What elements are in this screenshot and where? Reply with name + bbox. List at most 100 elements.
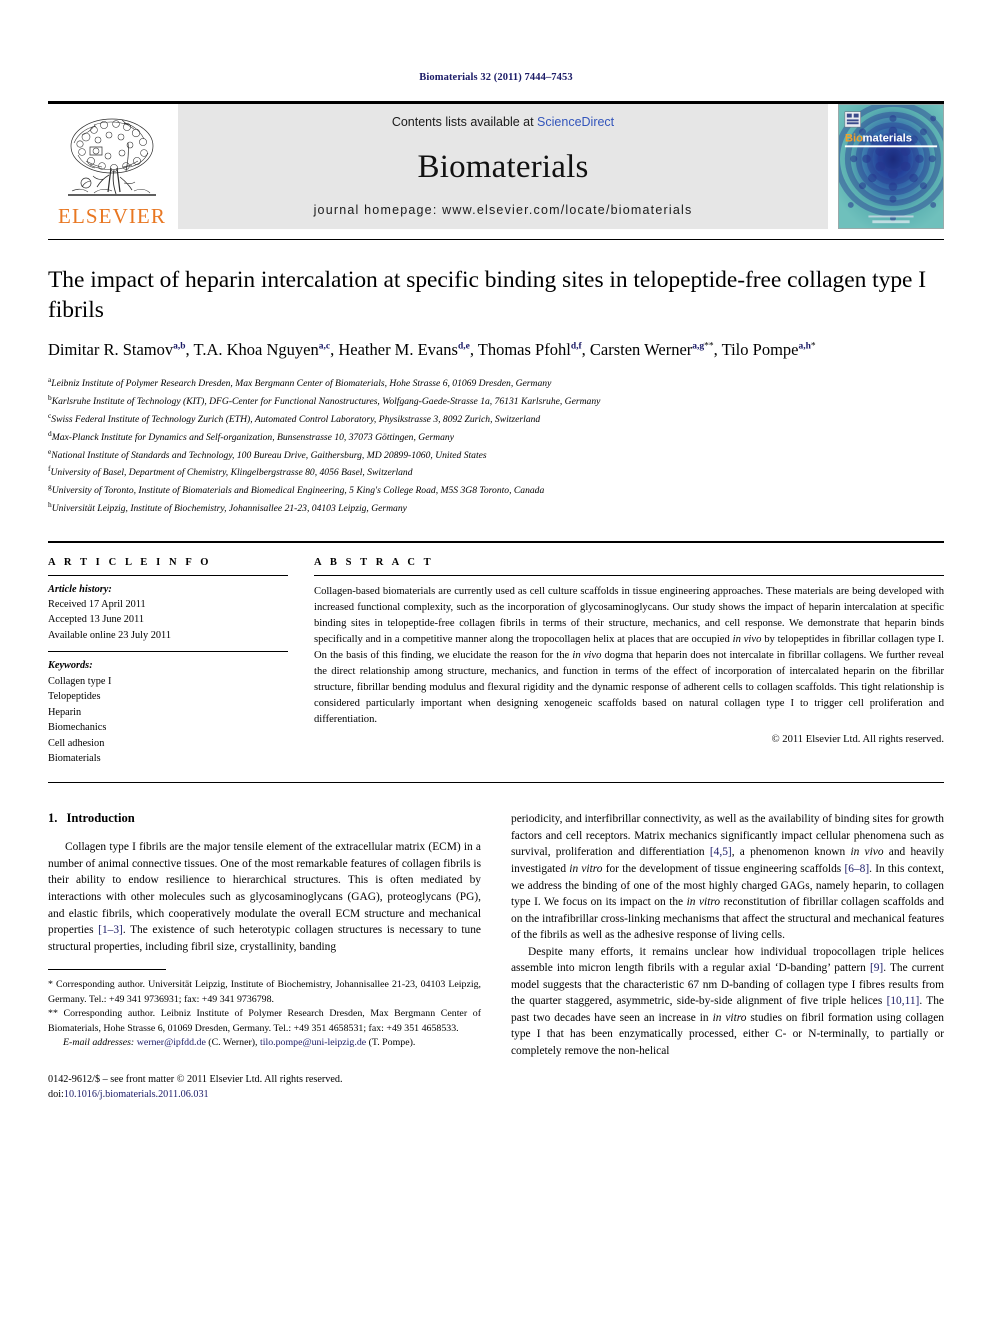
keyword-item: Collagen type I (48, 675, 112, 687)
abstract-heading: A B S T R A C T (314, 556, 434, 568)
abstract-italic: in vivo (572, 649, 602, 661)
affiliation-text: Universität Leipzig, Institute of Bioche… (51, 503, 407, 515)
author-name: T.A. Khoa Nguyen (193, 340, 319, 360)
history-item: Received 17 April 2011 (48, 599, 146, 611)
para-italic: in vitro (686, 896, 721, 909)
doi-line: doi:10.1016/j.biomaterials.2011.06.031 (48, 1088, 481, 1103)
author-name: Thomas Pfohl (477, 340, 571, 360)
author-item: Carsten Wernera,g** (590, 340, 714, 359)
email-link-2[interactable]: tilo.pompe@uni-leipzig.de (260, 1037, 366, 1048)
contents-prefix: Contents lists available at (391, 115, 538, 129)
citation-ref[interactable]: [9] (870, 962, 883, 974)
affiliation-item: aLeibniz Institute of Polymer Research D… (48, 374, 944, 392)
keyword-item: Biomechanics (48, 722, 107, 734)
section-title: Introduction (66, 811, 135, 826)
journal-band: Contents lists available at ScienceDirec… (178, 104, 828, 229)
citation-ref[interactable]: [10,11] (887, 995, 920, 1007)
affiliation-text: University of Toronto, Institute of Biom… (51, 485, 545, 497)
abstract-top-rule (48, 540, 944, 543)
article-info-heading: A R T I C L E I N F O (48, 556, 212, 568)
keyword-item: Telopeptides (48, 691, 101, 703)
para-italic: in vitro (569, 863, 603, 876)
abstract-part: dogma that heparin does not intercalate … (314, 649, 944, 726)
intro-paragraph-1-cont: periodicity, and interfibrillar connecti… (511, 811, 944, 943)
footnote-divider (48, 969, 166, 971)
article-history-label: Article history: (48, 583, 112, 595)
section-heading-introduction: 1. Introduction (48, 811, 481, 826)
author-affil-marks: a,g (692, 341, 705, 352)
author-affil-marks: a,h (798, 341, 811, 352)
journal-masthead: ELSEVIER Contents lists available at Sci… (48, 101, 944, 229)
masthead-bottom-rule (48, 239, 944, 240)
footnote-emails: E-mail addresses: werner@ipfdd.de (C. We… (48, 1036, 481, 1051)
abstract-copyright: © 2011 Elsevier Ltd. All rights reserved… (771, 734, 944, 746)
para-italic: in vivo (850, 846, 884, 859)
affiliation-item: eNational Institute of Standards and Tec… (48, 446, 944, 464)
footer-issn-block: 0142-9612/$ – see front matter © 2011 El… (48, 1073, 481, 1103)
citation-ref[interactable]: [6–8] (844, 863, 869, 875)
info-abstract-section: A R T I C L E I N F O Article history: R… (48, 557, 944, 775)
para-part: Collagen type I fibrils are the major te… (48, 841, 481, 937)
author-item: Heather M. Evansd,e (338, 340, 469, 359)
affiliation-text: Max-Planck Institute for Dynamics and Se… (51, 431, 454, 443)
author-name: Tilo Pompe (721, 340, 799, 360)
journal-title: Biomaterials (417, 148, 589, 185)
author-name: Heather M. Evans (338, 340, 458, 360)
page-title: The impact of heparin intercalation at s… (48, 267, 927, 323)
section-number: 1. (48, 811, 58, 826)
doi-link[interactable]: 10.1016/j.biomaterials.2011.06.031 (64, 1089, 209, 1100)
author-name: Dimitar R. Stamov (48, 340, 174, 360)
contents-available-line: Contents lists available at ScienceDirec… (392, 115, 614, 129)
author-affil-marks: a,b (173, 341, 186, 352)
author-list: Dimitar R. Stamova,b, T.A. Khoa Nguyena,… (48, 340, 816, 360)
affiliation-text: Karlsruhe Institute of Technology (KIT),… (51, 396, 601, 408)
body-column-right: periodicity, and interfibrillar connecti… (511, 811, 944, 1102)
corresponding-marker: * (810, 341, 816, 352)
affiliation-list: aLeibniz Institute of Polymer Research D… (48, 374, 944, 516)
history-item: Available online 23 July 2011 (48, 629, 171, 641)
affiliation-text: Swiss Federal Institute of Technology Zu… (51, 414, 541, 426)
footnote-marker: ** (48, 1008, 58, 1020)
keywords-group: Keywords: Collagen type I Telopeptides H… (48, 652, 288, 774)
footnote-text: Corresponding author. Universität Leipzi… (48, 979, 481, 1005)
elsevier-tree-icon (64, 113, 160, 205)
keyword-item: Biomaterials (48, 752, 101, 764)
para-part: , a phenomenon known (731, 846, 851, 859)
keyword-item: Heparin (48, 706, 82, 718)
citation-ref[interactable]: [4,5] (710, 846, 732, 858)
article-info-column: A R T I C L E I N F O Article history: R… (48, 557, 288, 775)
doi-prefix: doi: (48, 1088, 64, 1100)
keyword-item: Cell adhesion (48, 737, 105, 749)
affiliation-text: Leibniz Institute of Polymer Research Dr… (51, 378, 552, 390)
author-affil-marks: d,e (457, 341, 470, 352)
body-column-left: 1. Introduction Collagen type I fibrils a… (48, 811, 481, 1102)
intro-paragraph-1-left: Collagen type I fibrils are the major te… (48, 839, 481, 955)
para-part: for the development of tissue engineerin… (602, 863, 845, 876)
running-head: Biomaterials 32 (2011) 7444–7453 (419, 72, 573, 83)
footnote-text: Corresponding author. Leibniz Institute … (48, 1008, 481, 1034)
email-link-1[interactable]: werner@ipfdd.de (137, 1037, 206, 1048)
journal-homepage[interactable]: journal homepage: www.elsevier.com/locat… (314, 203, 693, 217)
affiliation-item: gUniversity of Toronto, Institute of Bio… (48, 481, 944, 499)
author-item: T.A. Khoa Nguyena,c (194, 340, 331, 359)
elsevier-logo: ELSEVIER (48, 104, 176, 229)
author-affil-marks: d,f (570, 341, 582, 352)
footnote-corresponding-1: * Corresponding author. Universität Leip… (48, 978, 481, 1007)
author-item: Dimitar R. Stamova,b (48, 340, 186, 359)
affiliation-item: cSwiss Federal Institute of Technology Z… (48, 410, 944, 428)
affiliation-text: National Institute of Standards and Tech… (51, 449, 487, 461)
paper-page: Biomaterials 32 (2011) 7444–7453 ELSEVIE… (0, 0, 992, 1323)
affiliation-text: University of Basel, Department of Chemi… (50, 467, 413, 479)
citation-ref[interactable]: [1–3] (98, 924, 123, 936)
para-italic: in vitro (712, 1011, 747, 1024)
footnote-corresponding-2: ** Corresponding author. Leibniz Institu… (48, 1007, 481, 1036)
journal-cover-thumbnail[interactable]: Bio materials (838, 104, 944, 229)
author-name: Carsten Werner (589, 340, 693, 360)
email-label: E-mail addresses: (63, 1037, 135, 1049)
body-columns: 1. Introduction Collagen type I fibrils a… (48, 811, 944, 1102)
keywords-label: Keywords: (48, 660, 93, 672)
affiliation-item: fUniversity of Basel, Department of Chem… (48, 463, 944, 481)
email-owner-2: (T. Pompe). (366, 1037, 416, 1049)
intro-paragraph-2: Despite many efforts, it remains unclear… (511, 944, 944, 1060)
sciencedirect-link[interactable]: ScienceDirect (537, 115, 614, 129)
